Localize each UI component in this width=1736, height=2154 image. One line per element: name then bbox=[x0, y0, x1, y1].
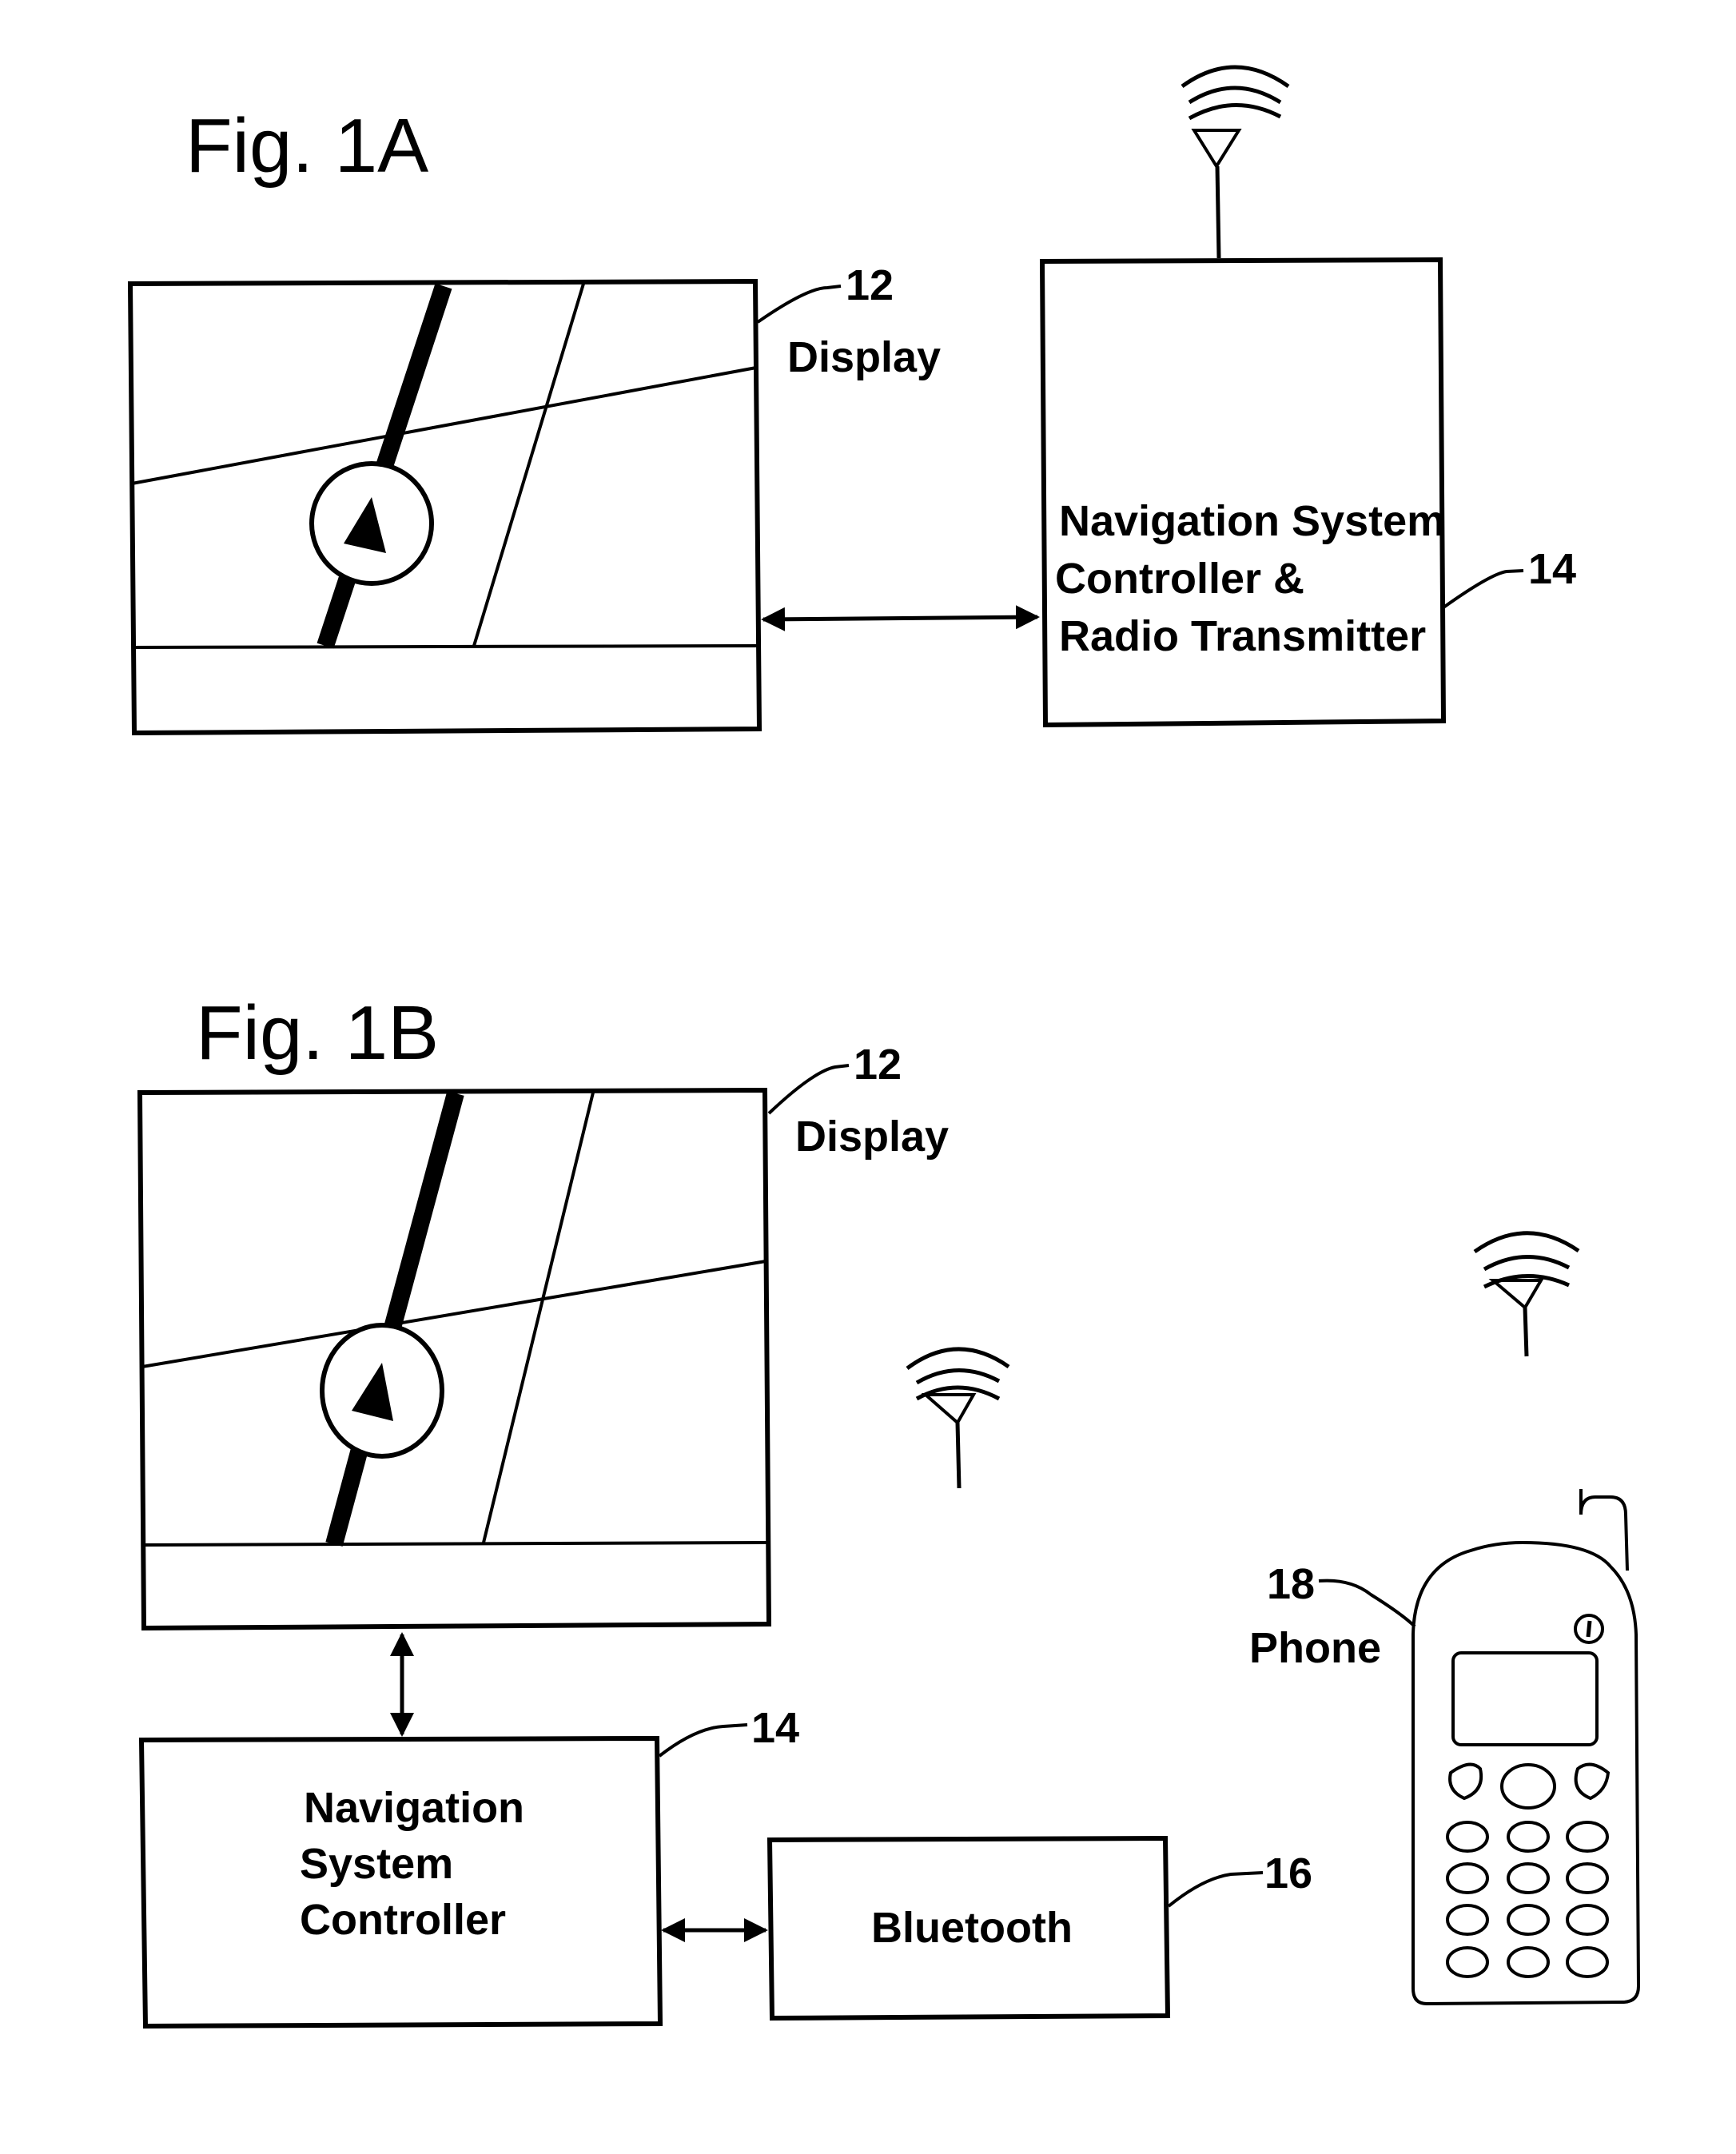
display-frame bbox=[127, 278, 762, 736]
display-label: Display bbox=[795, 1113, 949, 1161]
controller-line-1: Navigation bbox=[304, 1784, 524, 1832]
keypad-key bbox=[1446, 1904, 1489, 1936]
phone-keypad bbox=[1446, 1821, 1609, 1978]
display-ref-number: 12 bbox=[846, 261, 894, 309]
controller-line-3: Controller bbox=[300, 1896, 506, 1944]
antenna-icon bbox=[1181, 65, 1290, 259]
keypad-key bbox=[1446, 1862, 1489, 1894]
figure-1b: Fig. 1B 12 Display Navigation System Con… bbox=[137, 990, 1641, 2029]
keypad-key bbox=[1566, 1904, 1609, 1936]
antenna-mast bbox=[1215, 165, 1221, 259]
phone-ref-number: 18 bbox=[1267, 1560, 1315, 1608]
phone-screen bbox=[1451, 1651, 1599, 1746]
leader-line-14 bbox=[658, 1723, 748, 1758]
signal-wave-icon bbox=[1473, 1231, 1580, 1254]
figure-1a: Fig. 1A 12 Display Navigation System Con… bbox=[127, 65, 1576, 736]
phone-nav-key bbox=[1500, 1763, 1556, 1810]
controller-line-1: Navigation System bbox=[1059, 497, 1445, 545]
display-label: Display bbox=[787, 333, 941, 381]
leader-line-18 bbox=[1318, 1579, 1416, 1628]
mobile-phone-icon bbox=[1411, 1489, 1641, 2006]
signal-wave-icon bbox=[1188, 103, 1282, 121]
keypad-key bbox=[1566, 1946, 1609, 1978]
leader-line-14 bbox=[1442, 569, 1524, 609]
controller-line-3: Radio Transmitter bbox=[1059, 612, 1426, 660]
display-ref-number: 12 bbox=[854, 1041, 902, 1089]
leader-line-12 bbox=[756, 285, 842, 324]
leader-line-12 bbox=[767, 1064, 850, 1115]
controller-line-2: Controller & bbox=[1055, 555, 1304, 603]
signal-wave-icon bbox=[915, 1368, 1001, 1385]
antenna-icon bbox=[1473, 1231, 1580, 1357]
keypad-key bbox=[1446, 1946, 1489, 1978]
figure-title: Fig. 1B bbox=[196, 990, 439, 1076]
keypad-key bbox=[1507, 1862, 1550, 1894]
display-frame bbox=[137, 1087, 772, 1631]
keypad-key bbox=[1446, 1821, 1489, 1853]
antenna-icon bbox=[906, 1347, 1010, 1489]
patent-figure-sheet: Fig. 1A 12 Display Navigation System Con… bbox=[127, 65, 1641, 2029]
display-screen bbox=[127, 278, 762, 736]
phone-softkey-right bbox=[1574, 1762, 1611, 1801]
keypad-key bbox=[1566, 1821, 1609, 1853]
bluetooth-label: Bluetooth bbox=[871, 1904, 1073, 1952]
antenna-mast bbox=[955, 1422, 962, 1489]
antenna-triangle bbox=[1488, 1279, 1544, 1311]
display-status-bar-divider bbox=[132, 644, 759, 649]
signal-wave-icon bbox=[1483, 1255, 1571, 1272]
bluetooth-ref-number: 16 bbox=[1264, 1849, 1312, 1897]
keypad-key bbox=[1566, 1862, 1609, 1894]
leader-line-16 bbox=[1167, 1871, 1264, 1908]
signal-wave-icon bbox=[1188, 86, 1282, 105]
keypad-key bbox=[1507, 1821, 1550, 1853]
antenna-triangle bbox=[921, 1393, 977, 1426]
power-button-mark bbox=[1586, 1620, 1592, 1638]
controller-line-2: System bbox=[300, 1840, 453, 1888]
controller-ref-number: 14 bbox=[1528, 545, 1576, 593]
keypad-key bbox=[1507, 1946, 1550, 1978]
phone-label: Phone bbox=[1249, 1624, 1381, 1672]
signal-wave-icon bbox=[1181, 65, 1290, 89]
figure-title: Fig. 1A bbox=[185, 103, 428, 189]
keypad-key bbox=[1507, 1904, 1550, 1936]
phone-softkey-left bbox=[1448, 1762, 1483, 1801]
signal-wave-icon bbox=[906, 1347, 1010, 1371]
display-screen bbox=[137, 1087, 772, 1631]
antenna-triangle bbox=[1191, 129, 1242, 169]
controller-ref-number: 14 bbox=[751, 1704, 799, 1752]
antenna-mast bbox=[1523, 1307, 1529, 1357]
phone-stub-antenna bbox=[1579, 1489, 1629, 1571]
connection-arrow-display-controller bbox=[761, 605, 1040, 631]
